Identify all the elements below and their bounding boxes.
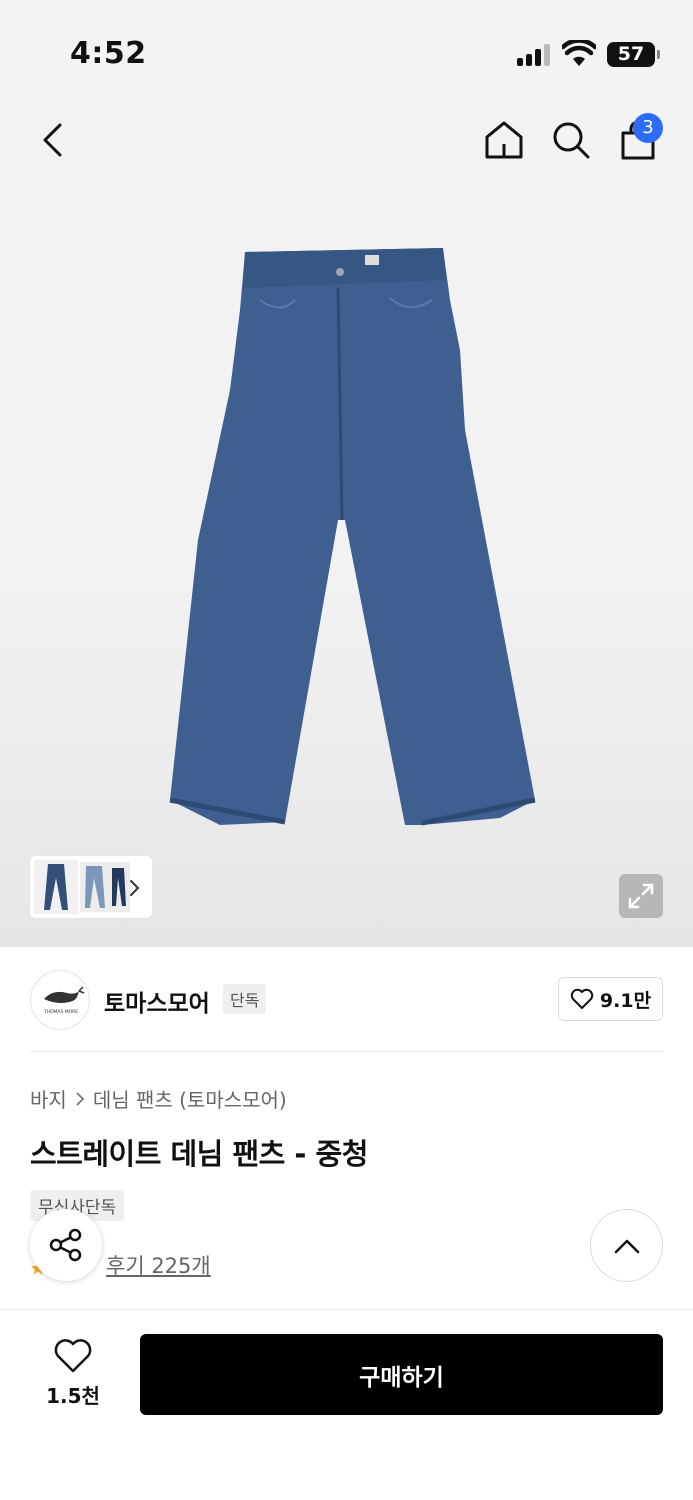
battery-cap xyxy=(657,50,660,59)
chevron-right-icon xyxy=(76,1091,85,1106)
search-icon xyxy=(553,122,590,159)
brand-like-count: 9.1만 xyxy=(599,989,652,1012)
product-title: 스트레이트 데님 팬츠 - 중청 xyxy=(30,1137,368,1171)
breadcrumb: 바지 데님 팬츠 (토마스모어) xyxy=(30,1084,287,1113)
thumbnail-jeans-2[interactable] xyxy=(80,862,110,912)
status-time: 4:52 xyxy=(70,36,147,71)
thumbnail-jeans-3[interactable] xyxy=(108,862,130,912)
status-bar: 4:52 57 xyxy=(0,0,693,100)
scroll-top-button[interactable] xyxy=(590,1209,663,1282)
back-button[interactable] xyxy=(30,118,74,162)
divider xyxy=(30,1051,663,1052)
bottom-bar-divider xyxy=(0,1309,693,1310)
back-icon xyxy=(43,123,62,157)
brand-row: THOMAS MORE 토마스모어 단독 9.1만 xyxy=(0,968,693,1032)
buy-button[interactable]: 구매하기 xyxy=(140,1334,663,1415)
breadcrumb-subcategory[interactable]: 데님 팬츠 (토마스모어) xyxy=(93,1084,287,1113)
share-button[interactable] xyxy=(30,1209,102,1281)
home-button[interactable] xyxy=(480,116,528,164)
expand-image-button[interactable] xyxy=(619,874,663,918)
battery-indicator: 57 xyxy=(607,42,655,67)
whale-logo-icon: THOMAS MORE xyxy=(43,986,85,1015)
thumbnail-jeans-1[interactable] xyxy=(34,860,78,914)
chevron-up-icon xyxy=(614,1239,639,1253)
cart-count-badge: 3 xyxy=(633,113,663,143)
expand-icon xyxy=(628,883,654,909)
reviews-link[interactable]: 후기 225개 xyxy=(106,1250,211,1280)
product-like-count: 1.5천 xyxy=(46,1384,100,1408)
breadcrumb-category[interactable]: 바지 xyxy=(30,1084,67,1113)
brand-logo-text: THOMAS MORE xyxy=(43,1009,78,1015)
brand-like-button[interactable]: 9.1만 xyxy=(558,977,663,1021)
product-like-button[interactable]: 1.5천 xyxy=(30,1336,116,1414)
home-icon xyxy=(485,121,523,159)
chevron-right-icon[interactable] xyxy=(128,876,142,900)
brand-name[interactable]: 토마스모어 xyxy=(104,984,210,1018)
wifi-icon xyxy=(562,40,596,66)
exclusive-tag: 단독 xyxy=(223,984,267,1014)
share-icon xyxy=(49,1228,82,1262)
brand-logo[interactable]: THOMAS MORE xyxy=(30,970,90,1030)
cellular-signal-icon xyxy=(517,44,553,66)
product-photo-jeans[interactable] xyxy=(160,240,550,840)
heart-icon xyxy=(570,988,594,1009)
search-button[interactable] xyxy=(547,116,595,164)
heart-icon xyxy=(54,1339,92,1373)
